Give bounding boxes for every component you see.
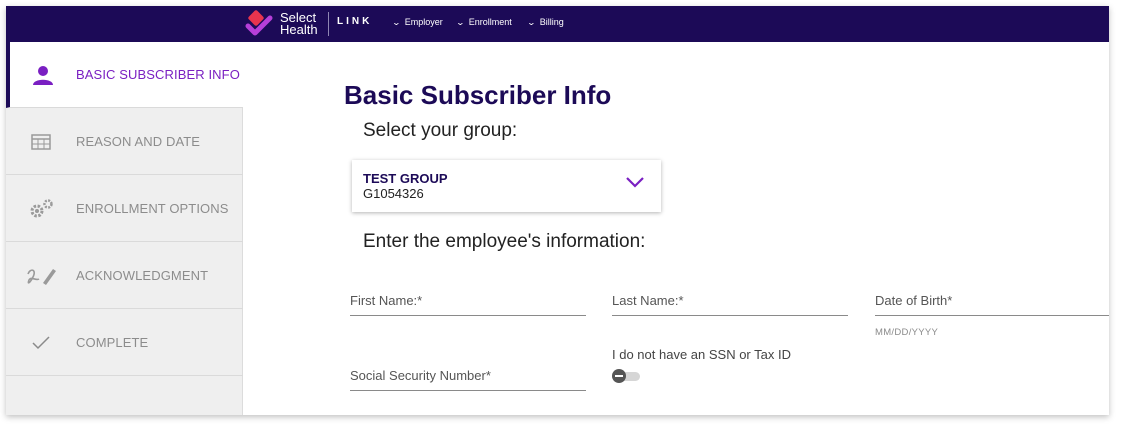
sidebar-item-acknowledgment[interactable]: ACKNOWLEDGMENT (6, 243, 243, 309)
first-name-label: First Name:* (350, 293, 423, 308)
calendar-icon (6, 133, 76, 150)
sidebar-item-label: REASON AND DATE (76, 134, 201, 149)
sidebar-item-basic-subscriber-info[interactable]: BASIC SUBSCRIBER INFO (6, 42, 243, 108)
top-nav-bar: Select Health LINK ⌄ Employer ⌄ Enrollme… (6, 6, 1109, 42)
toggle-knob (612, 369, 626, 383)
app-window: Select Health LINK ⌄ Employer ⌄ Enrollme… (6, 6, 1109, 415)
checkmark-icon (6, 335, 76, 350)
sidebar-item-label: ENROLLMENT OPTIONS (76, 201, 229, 216)
gears-icon (6, 198, 76, 219)
no-ssn-toggle[interactable] (612, 369, 642, 383)
chevron-down-icon: ⌄ (526, 17, 537, 27)
nav-enrollment[interactable]: ⌄ Enrollment (455, 17, 512, 27)
sidebar-item-label: BASIC SUBSCRIBER INFO (76, 67, 240, 82)
main-content: Basic Subscriber Info Select your group:… (244, 42, 1109, 415)
brand-name-line2: Health (280, 22, 318, 37)
product-name: LINK (337, 16, 373, 27)
ssn-field[interactable]: Social Security Number* (350, 368, 586, 391)
nav-billing[interactable]: ⌄ Billing (526, 17, 564, 27)
signature-icon (6, 265, 76, 287)
date-of-birth-label: Date of Birth* (875, 293, 953, 308)
page-title: Basic Subscriber Info (344, 80, 612, 110)
date-of-birth-field[interactable]: Date of Birth* (875, 293, 1109, 316)
person-icon (10, 65, 76, 85)
nav-employer[interactable]: ⌄ Employer (391, 17, 443, 27)
select-health-logo[interactable]: Select Health (244, 6, 318, 42)
sidebar-item-complete[interactable]: COMPLETE (6, 310, 243, 376)
nav-enrollment-label: Enrollment (468, 17, 512, 27)
nav-employer-label: Employer (404, 17, 443, 27)
group-select-dropdown[interactable]: TEST GROUP G1054326 (352, 160, 661, 212)
sidebar-item-enrollment-options[interactable]: ENROLLMENT OPTIONS (6, 176, 243, 242)
chevron-down-icon: ⌄ (391, 17, 402, 27)
group-prompt: Select your group: (363, 120, 518, 141)
wizard-sidebar: BASIC SUBSCRIBER INFO REASON AND DATE EN… (6, 42, 243, 415)
sidebar-item-reason-and-date[interactable]: REASON AND DATE (6, 109, 243, 175)
sidebar-item-label: ACKNOWLEDGMENT (76, 268, 209, 283)
last-name-field[interactable]: Last Name:* (612, 293, 848, 316)
ssn-label: Social Security Number* (350, 368, 491, 383)
chevron-down-icon (626, 177, 644, 188)
chevron-down-icon: ⌄ (455, 17, 466, 27)
group-id: G1054326 (363, 186, 424, 201)
sidebar-item-label: COMPLETE (76, 335, 149, 350)
group-name: TEST GROUP (363, 171, 448, 186)
logo-divider (328, 12, 329, 36)
first-name-field[interactable]: First Name:* (350, 293, 586, 316)
employee-prompt: Enter the employee's information: (363, 231, 646, 252)
brand-name: Select Health (280, 11, 318, 37)
nav-billing-label: Billing (539, 17, 564, 27)
date-format-hint: MM/DD/YYYY (875, 327, 939, 338)
select-health-logo-icon (245, 10, 273, 36)
last-name-label: Last Name:* (612, 293, 684, 308)
no-ssn-toggle-label: I do not have an SSN or Tax ID (612, 347, 791, 362)
